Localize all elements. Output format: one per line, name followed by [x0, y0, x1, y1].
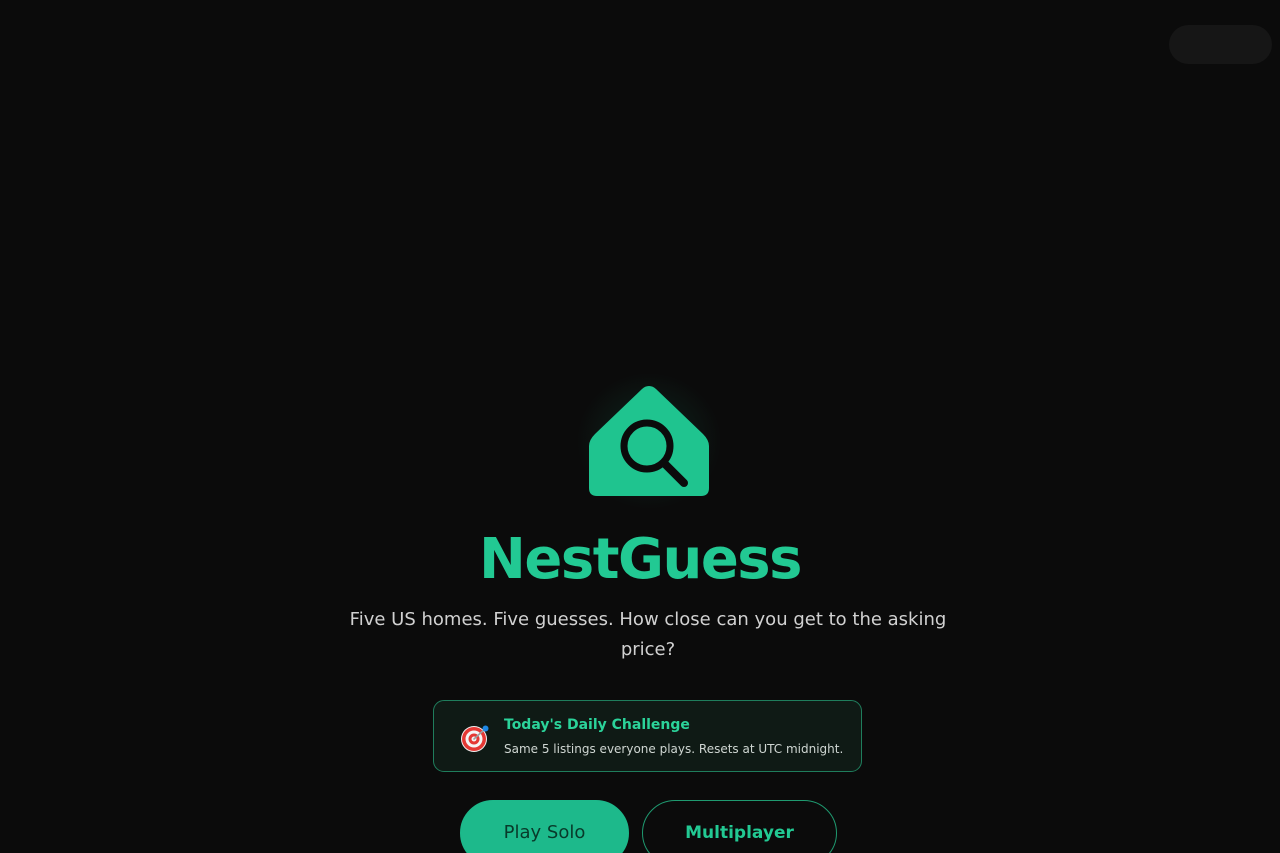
multiplayer-button[interactable]: Multiplayer [642, 800, 837, 853]
play-solo-button[interactable]: Play Solo [460, 800, 629, 853]
target-icon [461, 725, 489, 752]
daily-challenge-subtitle: Same 5 listings everyone plays. Resets a… [504, 742, 844, 756]
house-search-icon [589, 386, 709, 496]
app-title: NestGuess [479, 527, 802, 592]
daily-challenge-title: Today's Daily Challenge [504, 717, 690, 733]
daily-challenge-card[interactable]: Today's Daily Challenge Same 5 listings … [433, 700, 862, 772]
landing-page: NestGuess Five US homes. Five guesses. H… [0, 0, 1280, 853]
app-tagline: Five US homes. Five guesses. How close c… [349, 609, 947, 660]
app-logo [578, 374, 720, 508]
top-right-pill-button[interactable] [1169, 25, 1272, 64]
